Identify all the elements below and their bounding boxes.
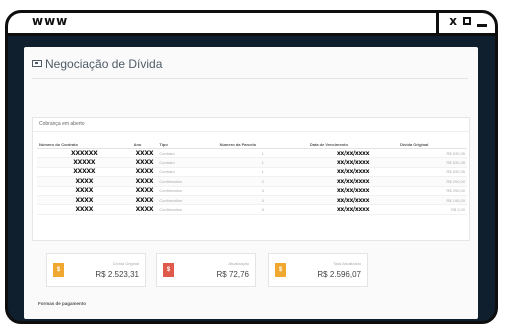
installment-cell: 1 (217, 167, 308, 178)
card-label: Dívida Original (112, 261, 139, 266)
table-row[interactable]: XXXX XXXX Confirmation 4 xx/xx/xxxx R$ 195,00 (37, 195, 467, 206)
original-amount-cell: R$ 530,35 (398, 167, 467, 178)
installment-cell: 3 (217, 186, 308, 196)
type-cell: Confirmation (157, 186, 218, 196)
dollar-icon: $ (163, 263, 174, 277)
type-cell: Confirmation (157, 204, 218, 215)
page-title: Negociação de Dívida (32, 57, 162, 71)
contract-number-cell: XXXX (37, 195, 132, 206)
table-row[interactable]: XXXXXX XXXX Contrato 1 xx/xx/xxxx R$ 530,35 (37, 148, 467, 159)
contract-number-cell: XXXX (37, 186, 132, 196)
contract-number-cell: XXXXX (37, 167, 132, 178)
contract-number-cell: XXXXXX (37, 148, 132, 159)
panel-divider (33, 131, 469, 132)
installment-cell: 5 (217, 204, 308, 215)
summary-card-original: $ Dívida Original R$ 2.523,31 (46, 253, 146, 287)
column-header[interactable]: Data de Vencimento (307, 140, 399, 149)
card-value: R$ 2.596,07 (317, 270, 361, 279)
card-value: R$ 72,76 (216, 270, 249, 279)
table-row[interactable]: XXXX XXXX Confirmation 5 xx/xx/xxxx R$ 0,00 (37, 204, 467, 215)
page-title-text: Negociação de Dívida (45, 57, 163, 71)
titlebar-divider (436, 13, 439, 33)
debt-negotiation-page: Negociação de Dívida Cobrança em aberto … (24, 47, 478, 319)
type-cell: Confirmation (157, 195, 218, 206)
due-date-cell: xx/xx/xxxx (307, 176, 399, 187)
original-amount-cell: R$ 530,35 (398, 157, 467, 168)
due-date-cell: xx/xx/xxxx (307, 186, 399, 196)
type-cell: Contrato (157, 157, 218, 168)
summary-card-update: $ Atualização R$ 72,76 (156, 253, 256, 287)
money-icon (32, 60, 42, 67)
title-divider (32, 78, 468, 79)
debts-table: Número do Contrato Ano Tipo Número da Pa… (37, 140, 467, 215)
panel-heading: Cobrança em aberto (39, 121, 85, 127)
card-label: Total Atualizado (332, 261, 361, 266)
original-amount-cell: R$ 0,00 (398, 204, 467, 215)
type-cell: Contrato (157, 167, 218, 178)
contract-number-cell: XXXXX (37, 157, 132, 168)
browser-titlebar: www x (8, 13, 495, 36)
close-icon[interactable]: x (449, 14, 457, 28)
original-amount-cell: R$ 195,00 (398, 195, 467, 206)
table-row[interactable]: XXXXX XXXX Contrato 1 xx/xx/xxxx R$ 530,35 (37, 157, 467, 168)
original-amount-cell: R$ 530,35 (398, 148, 467, 159)
summary-card-total: $ Total Atualizado R$ 2.596,07 (268, 253, 368, 287)
due-date-cell: xx/xx/xxxx (307, 148, 399, 159)
column-header[interactable]: Número do Contrato (37, 140, 132, 149)
due-date-cell: xx/xx/xxxx (307, 195, 399, 206)
year-cell: XXXX (131, 204, 158, 215)
contract-number-cell: XXXX (37, 204, 132, 215)
year-cell: XXXX (131, 186, 158, 196)
contract-number-cell: XXXX (37, 176, 132, 187)
original-amount-cell: R$ 290,00 (398, 186, 467, 196)
year-cell: XXXX (131, 195, 158, 206)
year-cell: XXXX (131, 148, 158, 159)
year-cell: XXXX (131, 176, 158, 187)
column-header[interactable]: Tipo (157, 140, 218, 149)
column-header[interactable]: Número da Parcela (217, 140, 308, 149)
table-row[interactable]: XXXX XXXX Confirmation 3 xx/xx/xxxx R$ 290,00 (37, 186, 467, 196)
installment-cell: 4 (217, 195, 308, 206)
payment-methods-heading: Formas de pagamento (38, 301, 87, 306)
summary-cards: $ Dívida Original R$ 2.523,31 $ Atualiza… (46, 253, 466, 287)
due-date-cell: xx/xx/xxxx (307, 167, 399, 178)
card-value: R$ 2.523,31 (95, 270, 139, 279)
dollar-icon: $ (275, 263, 286, 277)
column-header[interactable]: Ano (131, 140, 158, 149)
table-row[interactable]: XXXXX XXXX Contrato 1 xx/xx/xxxx R$ 530,35 (37, 167, 467, 178)
maximize-icon[interactable] (463, 17, 471, 25)
browser-window: www x Negociação de Dívida Cobrança em a… (5, 10, 498, 324)
column-header[interactable]: Dívida Original (398, 140, 467, 149)
table-row[interactable]: XXXX XXXX Confirmation 2 xx/xx/xxxx R$ 290,00 (37, 176, 467, 187)
minimize-icon[interactable] (477, 24, 487, 27)
installment-cell: 1 (217, 148, 308, 159)
type-cell: Confirmation (157, 176, 218, 187)
year-cell: XXXX (131, 167, 158, 178)
dollar-icon: $ (53, 263, 64, 277)
due-date-cell: xx/xx/xxxx (307, 204, 399, 215)
type-cell: Contrato (157, 148, 218, 159)
installment-cell: 2 (217, 176, 308, 187)
table-header-row: Número do Contrato Ano Tipo Número da Pa… (37, 140, 467, 149)
address-label[interactable]: www (32, 14, 68, 28)
due-date-cell: xx/xx/xxxx (307, 157, 399, 168)
original-amount-cell: R$ 290,00 (398, 176, 467, 187)
debts-panel: Cobrança em aberto Número do Contrato An… (32, 117, 470, 241)
card-label: Atualização (228, 261, 249, 266)
installment-cell: 1 (217, 157, 308, 168)
year-cell: XXXX (131, 157, 158, 168)
